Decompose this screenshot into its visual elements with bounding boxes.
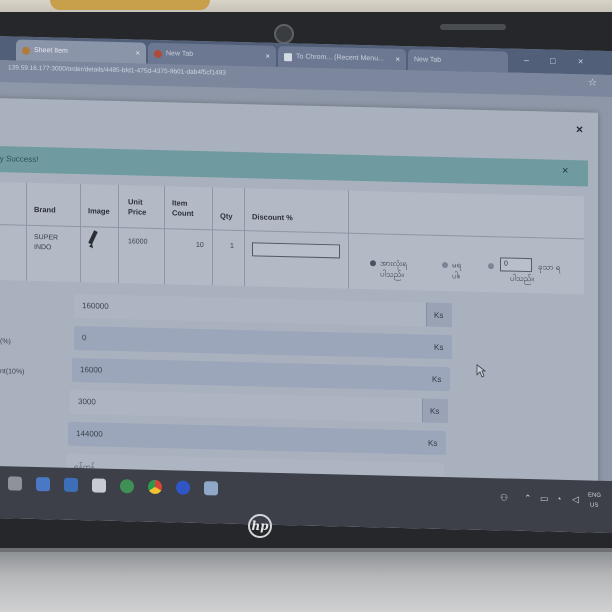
radio-icon[interactable]	[488, 262, 494, 270]
files-icon[interactable]	[204, 481, 218, 496]
chevron-up-icon[interactable]: ⌃	[524, 493, 532, 504]
page-content: × ly Success! × Brand Image Unit Price I…	[0, 82, 612, 534]
skype-icon[interactable]	[64, 477, 78, 493]
close-icon[interactable]: ×	[395, 55, 400, 64]
minimize-icon[interactable]: –	[524, 55, 529, 65]
table-column-divider	[80, 184, 81, 283]
tab-new-tab-2[interactable]: New Tab	[408, 49, 508, 73]
tab-label: New Tab	[166, 50, 194, 58]
tab-label: To Chrom... (Recent Menu...	[296, 53, 384, 63]
people-icon[interactable]: ⚇	[500, 492, 508, 503]
pencil-icon	[88, 230, 98, 249]
cell-unit-price: 16000	[128, 238, 148, 246]
option-label: ခုသာ ရ	[538, 262, 561, 272]
delivery-fee-field[interactable]: 3000 Ks	[70, 389, 448, 424]
battery-icon[interactable]: ▭	[540, 493, 549, 504]
close-icon[interactable]: ×	[576, 122, 583, 136]
sensor-bar	[440, 24, 506, 30]
page-icon	[284, 52, 292, 61]
discount-input[interactable]	[252, 242, 340, 259]
header-discount: Discount %	[252, 212, 293, 223]
discount-amount-value: 0	[82, 333, 87, 343]
currency-unit: Ks	[430, 406, 440, 416]
delivery-fee-value: 3000	[78, 397, 96, 407]
alert-close-icon[interactable]: ×	[562, 165, 568, 177]
discount-amount-field[interactable]: 0 Ks	[74, 325, 452, 360]
dropbox-icon[interactable]	[36, 477, 50, 492]
header-image: Image	[88, 206, 110, 216]
grand-total-field: 144000 Ks	[68, 421, 446, 456]
favicon-icon	[22, 46, 30, 55]
table-column-divider	[244, 188, 245, 287]
table-column-divider	[212, 187, 213, 286]
tab-label: New Tab	[414, 56, 442, 64]
option-label: ပါ။	[452, 271, 461, 281]
radio-option-partial[interactable]	[488, 260, 498, 271]
radio-option-all-received[interactable]: အားလုံးရ ပါသည်။	[370, 257, 407, 280]
cell-item-count: 10	[196, 241, 204, 250]
table-column-divider	[348, 190, 349, 289]
photo-background-object	[50, 0, 210, 10]
volume-icon[interactable]: ◁	[572, 494, 579, 505]
commercial-tax-label: nt(10%)	[0, 368, 25, 376]
tax-amount-value: 16000	[80, 365, 103, 375]
chrome-icon[interactable]	[148, 479, 162, 495]
maximize-icon[interactable]: □	[550, 56, 555, 66]
wifi-icon[interactable]: ◔	[556, 494, 561, 504]
subtotal-field: 160000 Ks	[74, 293, 452, 328]
table-column-divider	[164, 186, 165, 285]
header-qty: Qty	[220, 211, 233, 221]
language-indicator[interactable]: ENG	[588, 493, 601, 500]
tax-amount-field[interactable]: 16000 Ks	[72, 357, 450, 392]
hp-logo-icon: hp	[248, 514, 272, 538]
table-column-divider	[118, 185, 119, 284]
window-close-icon[interactable]: ×	[578, 56, 583, 66]
alert-text: ly Success!	[0, 154, 39, 165]
laptop-base	[0, 552, 612, 612]
radio-selected-icon[interactable]	[370, 260, 376, 267]
radio-option-not-received[interactable]: မရ ပါ။	[442, 259, 461, 281]
discount-label: (%)	[0, 338, 11, 346]
close-icon[interactable]: ×	[265, 52, 270, 61]
grand-total-value: 144000	[76, 429, 103, 439]
currency-unit: Ks	[434, 342, 444, 352]
header-brand: Brand	[34, 204, 56, 215]
messenger-icon[interactable]	[120, 479, 134, 494]
option-label: မရ	[452, 260, 462, 270]
cell-qty: 1	[230, 242, 234, 250]
mouse-cursor-icon	[476, 363, 486, 378]
option-label: ပါသည်။	[380, 269, 404, 280]
region-indicator[interactable]: US	[590, 503, 598, 510]
currency-unit: Ks	[428, 438, 438, 448]
option-label: ပါသည်။	[510, 273, 534, 284]
browser-icon[interactable]	[176, 480, 190, 495]
currency-unit: Ks	[434, 310, 444, 320]
success-alert: ly Success! ×	[0, 146, 588, 187]
partial-count-input[interactable]: 0	[500, 257, 532, 273]
subtotal-value: 160000	[82, 301, 109, 311]
laptop-screen: Sheet Item × New Tab × To Chrom... (Rece…	[0, 36, 612, 534]
tab-label: Sheet Item	[34, 46, 68, 55]
webcam-icon	[274, 24, 294, 44]
mail-icon[interactable]	[92, 478, 106, 493]
radio-icon[interactable]	[442, 261, 448, 268]
option-label: အားလုံးရ	[380, 258, 407, 269]
header-item-count: Item Count	[172, 198, 194, 218]
cell-brand: SUPER INDO	[34, 233, 59, 252]
table-column-divider	[26, 182, 27, 281]
header-unit-price: Unit Price	[128, 197, 147, 217]
currency-unit: Ks	[432, 374, 442, 384]
store-icon[interactable]	[8, 476, 22, 491]
close-icon[interactable]: ×	[135, 48, 140, 57]
hp-logo-text: hp	[251, 519, 269, 533]
url-text[interactable]: 139.59.16.177:3000/order/details/4485-bf…	[8, 64, 226, 76]
favicon-icon	[154, 49, 162, 58]
bookmark-star-icon[interactable]: ☆	[588, 78, 597, 89]
